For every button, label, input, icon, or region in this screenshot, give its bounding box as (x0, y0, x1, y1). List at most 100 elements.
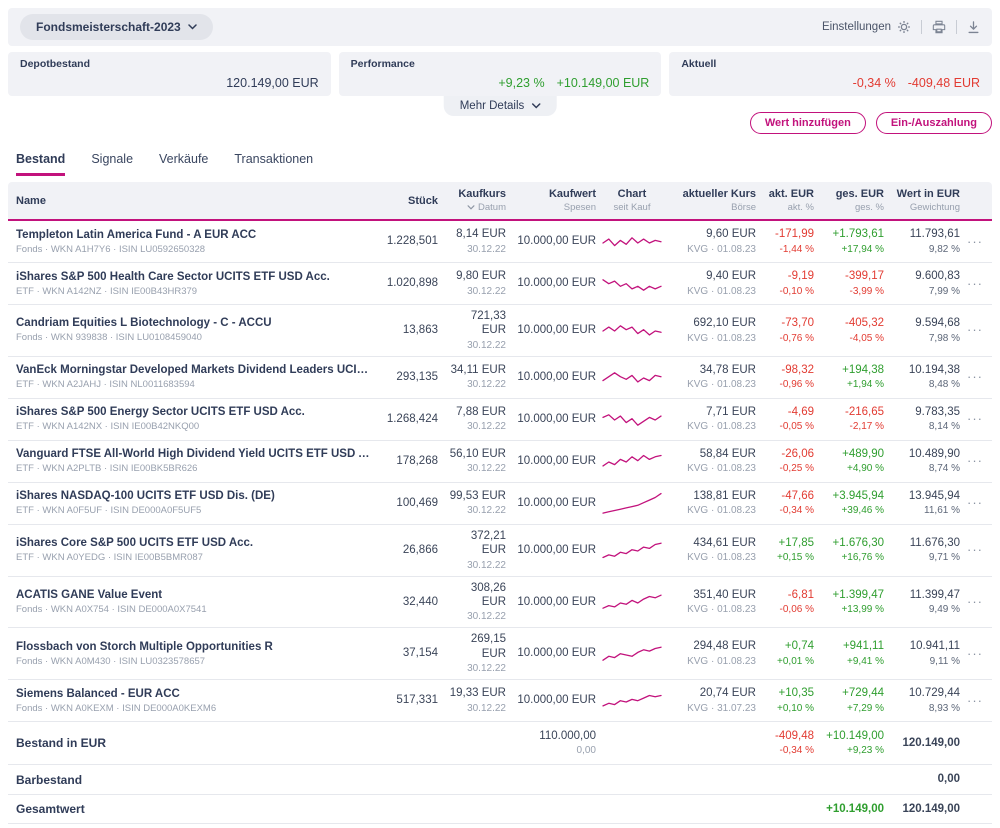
card-label: Depotbestand (20, 58, 319, 70)
row-menu-icon[interactable]: ··· (967, 234, 983, 249)
depot-selector[interactable]: Fondsmeisterschaft-2023 (20, 14, 213, 40)
table-row[interactable]: VanEck Morningstar Developed Markets Div… (8, 357, 992, 399)
col-kaufkurs[interactable]: Kaufkurs Datum (444, 188, 506, 213)
fund-name-link[interactable]: Flossbach von Storch Multiple Opportunit… (16, 641, 374, 653)
sparkline-chart (602, 404, 662, 434)
more-details-button[interactable]: Mehr Details (444, 96, 557, 116)
fund-name-link[interactable]: iShares S&P 500 Health Care Sector UCITS… (16, 271, 374, 283)
fund-name-link[interactable]: Vanguard FTSE All-World High Dividend Yi… (16, 448, 374, 460)
stueck-value: 100,469 (380, 496, 438, 510)
row-menu-icon[interactable]: ··· (967, 276, 983, 291)
col-chart[interactable]: Chart seit Kauf (602, 188, 662, 213)
ges-eur-value: +489,90 (820, 447, 884, 461)
top-bar: Fondsmeisterschaft-2023 Einstellungen (8, 8, 992, 46)
sparkline-cell[interactable] (602, 686, 662, 716)
sparkline-cell[interactable] (602, 639, 662, 669)
sparkline-cell[interactable] (602, 488, 662, 518)
col-kaufwert[interactable]: Kaufwert Spesen (512, 188, 596, 213)
col-wert[interactable]: Wert in EUR Gewichtung (890, 188, 960, 213)
tab-bestand[interactable]: Bestand (16, 148, 65, 176)
col-akt[interactable]: akt. EUR akt. % (762, 188, 814, 213)
fund-name-link[interactable]: iShares S&P 500 Energy Sector UCITS ETF … (16, 406, 374, 418)
table-row[interactable]: Vanguard FTSE All-World High Dividend Yi… (8, 441, 992, 483)
sparkline-cell[interactable] (602, 404, 662, 434)
ges-pct-value: -4,05 % (820, 333, 884, 345)
ges-eur-value: +729,44 (820, 686, 884, 700)
printer-icon (932, 20, 946, 34)
table-row[interactable]: Templeton Latin America Fund - A EUR ACC… (8, 221, 992, 263)
row-menu-icon[interactable]: ··· (967, 594, 983, 609)
wert-value: 10.489,90 (890, 447, 960, 461)
depotbestand-value: 120.149,00 EUR (226, 76, 318, 90)
add-value-button[interactable]: Wert hinzufügen (750, 112, 866, 134)
table-row[interactable]: ACATIS GANÉ Value Event Fonds · WKN A0X7… (8, 577, 992, 629)
ges-pct-value: -2,17 % (820, 421, 884, 433)
row-menu-icon[interactable]: ··· (967, 453, 983, 468)
sparkline-cell[interactable] (602, 587, 662, 617)
table-row[interactable]: iShares NASDAQ-100 UCITS ETF USD Dis. (D… (8, 483, 992, 525)
settings-button[interactable]: Einstellungen (822, 20, 911, 34)
table-row[interactable]: iShares S&P 500 Energy Sector UCITS ETF … (8, 399, 992, 441)
row-menu-icon[interactable]: ··· (967, 369, 983, 384)
boerse-info: KVG · 01.08.23 (668, 656, 756, 668)
fund-name-link[interactable]: Siemens Balanced - EUR ACC (16, 688, 374, 700)
akt-eur-value: -9,19 (762, 269, 814, 283)
table-row[interactable]: Siemens Balanced - EUR ACC Fonds · WKN A… (8, 680, 992, 722)
sparkline-cell[interactable] (602, 227, 662, 257)
fund-name-link[interactable]: Candriam Equities L Biotechnology - C - … (16, 317, 374, 329)
akt-pct-value: -1,44 % (762, 244, 814, 256)
boerse-info: KVG · 01.08.23 (668, 421, 756, 433)
row-menu-icon[interactable]: ··· (967, 693, 983, 708)
tab-verkaeufe[interactable]: Verkäufe (159, 148, 208, 176)
wert-value: 10.941,11 (890, 639, 960, 653)
gear-icon (897, 20, 911, 34)
print-button[interactable] (932, 20, 946, 34)
sparkline-cell[interactable] (602, 269, 662, 299)
col-ges[interactable]: ges. EUR ges. % (820, 188, 884, 213)
fund-name-link[interactable]: VanEck Morningstar Developed Markets Div… (16, 364, 374, 376)
akt-pct-value: -0,06 % (762, 604, 814, 616)
table-row[interactable]: iShares S&P 500 Health Care Sector UCITS… (8, 263, 992, 305)
table-row[interactable]: Candriam Equities L Biotechnology - C - … (8, 305, 992, 357)
ges-eur-value: +194,38 (820, 363, 884, 377)
table-row[interactable]: Flossbach von Storch Multiple Opportunit… (8, 628, 992, 680)
table-row[interactable]: iShares Core S&P 500 UCITS ETF USD Acc. … (8, 525, 992, 577)
totals-row-barbestand: Barbestand 0,00 (8, 765, 992, 794)
boerse-info: KVG · 01.08.23 (668, 286, 756, 298)
summary-cards: Depotbestand 120.149,00 EUR Performance … (8, 52, 992, 96)
chevron-down-icon (188, 24, 197, 30)
aktueller-kurs-value: 34,78 EUR (668, 363, 756, 377)
deposit-withdraw-button[interactable]: Ein-/Auszahlung (876, 112, 992, 134)
boerse-info: KVG · 01.08.23 (668, 379, 756, 391)
fund-name-link[interactable]: iShares Core S&P 500 UCITS ETF USD Acc. (16, 537, 374, 549)
sparkline-cell[interactable] (602, 446, 662, 476)
row-menu-icon[interactable]: ··· (967, 495, 983, 510)
sparkline-cell[interactable] (602, 535, 662, 565)
col-kurs[interactable]: aktueller Kurs Börse (668, 188, 756, 213)
fund-name-link[interactable]: iShares NASDAQ-100 UCITS ETF USD Dis. (D… (16, 490, 374, 502)
stueck-value: 1.268,424 (380, 412, 438, 426)
row-menu-icon[interactable]: ··· (967, 322, 983, 337)
tab-signale[interactable]: Signale (91, 148, 133, 176)
ges-eur-value: -399,17 (820, 269, 884, 283)
sparkline-cell[interactable] (602, 315, 662, 345)
kaufkurs-value: 34,11 EUR (444, 363, 506, 377)
sparkline-cell[interactable] (602, 362, 662, 392)
row-menu-icon[interactable]: ··· (967, 411, 983, 426)
kaufkurs-value: 721,33 EUR (444, 309, 506, 338)
kaufwert-value: 10.000,00 EUR (512, 543, 596, 557)
fund-name-link[interactable]: ACATIS GANÉ Value Event (16, 589, 374, 601)
kauf-datum: 30.12.22 (444, 560, 506, 572)
col-stueck[interactable]: Stück (380, 195, 438, 207)
akt-pct-value: -0,10 % (762, 286, 814, 298)
boerse-info: KVG · 01.08.23 (668, 463, 756, 475)
row-menu-icon[interactable]: ··· (967, 646, 983, 661)
akt-pct-value: +0,01 % (762, 656, 814, 668)
download-button[interactable] (967, 21, 980, 34)
col-name[interactable]: Name (16, 195, 374, 207)
tab-transaktionen[interactable]: Transaktionen (234, 148, 313, 176)
kaufwert-value: 10.000,00 EUR (512, 323, 596, 337)
fund-name-link[interactable]: Templeton Latin America Fund - A EUR ACC (16, 229, 374, 241)
gewichtung-value: 8,93 % (890, 703, 960, 715)
row-menu-icon[interactable]: ··· (967, 542, 983, 557)
